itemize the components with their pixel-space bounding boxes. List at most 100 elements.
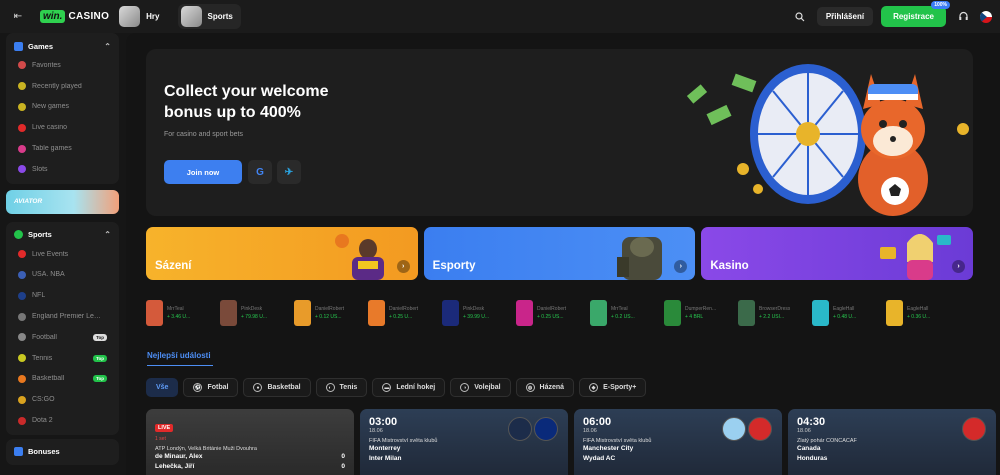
hero-subtitle: For casino and sport bets [164, 131, 243, 138]
category-kasino[interactable]: Kasino › [701, 227, 974, 280]
search-icon[interactable] [791, 8, 809, 26]
filter-hockey[interactable]: ▬ Lední hokej [372, 378, 446, 397]
top-tag-badge: Top [93, 375, 107, 383]
chevron-right-icon: › [952, 260, 966, 273]
sidebar-item[interactable]: Dota 2 [6, 410, 119, 431]
winner-text: DanielRobert + 0.12 US... [315, 305, 344, 321]
winner-text: DanielRobert + 0.25 US... [537, 305, 566, 321]
winner-item[interactable]: PinkDesk + 79.98 U... [220, 299, 290, 327]
event-card[interactable]: 04:30 18.06 Zlatý pohár CONCACAF Canada … [788, 409, 996, 475]
sidebar-item[interactable]: CS:GO [6, 389, 119, 410]
filter-esports[interactable]: ◆ E-Sporty+ [579, 378, 647, 397]
winner-item[interactable]: DanielRobert + 0.25 US... [516, 299, 586, 327]
sidebar-item[interactable]: New games [6, 97, 119, 118]
aviator-banner[interactable]: AVIATOR [6, 189, 119, 214]
sidebar-item-label: Live casino [32, 124, 68, 132]
sidebar-item[interactable]: Tennis Top [6, 348, 119, 369]
filter-volleyball[interactable]: ◑ Volejbal [450, 378, 511, 397]
filter-tennis[interactable]: ◐ Tenis [315, 378, 368, 397]
sidebar-item-label: Slots [32, 165, 48, 173]
winner-item[interactable]: DanielRobert + 0.12 US... [294, 299, 364, 327]
game-thumbnail [516, 300, 533, 326]
sidebar-item[interactable]: Recently played [6, 76, 119, 97]
new-icon [18, 102, 26, 111]
section-underline [147, 365, 213, 366]
winner-text: EagleHall + 0.36 U... [907, 305, 930, 321]
support-icon[interactable] [954, 8, 972, 26]
register-button[interactable]: Registrace [881, 6, 946, 27]
sidebar-item[interactable]: USA. NBA [6, 265, 119, 286]
dota-icon [18, 416, 26, 425]
event-team1: Manchester City [583, 445, 634, 452]
flag-cz-icon[interactable] [980, 10, 992, 23]
sidebar-item[interactable]: Table games [6, 138, 119, 159]
game-thumbnail [442, 300, 459, 326]
logo[interactable]: win. CASINO [40, 10, 109, 23]
sidebar-item-label: CS:GO [32, 396, 55, 404]
event-team2: Honduras [797, 455, 828, 462]
sports-icon [14, 230, 23, 240]
sidebar-item-label: New games [32, 103, 69, 111]
winner-amount: + 0.36 U... [907, 314, 931, 320]
sidebar-item[interactable]: Slots [6, 159, 119, 180]
google-login-icon[interactable]: G [248, 160, 272, 184]
event-cards: LIVE 1 set ATP Londýn, Velká Británie Mu… [146, 409, 1000, 475]
tab-sports[interactable]: Sports [177, 4, 241, 29]
esports-character-illustration [617, 237, 663, 280]
sidebar-item[interactable]: Football Top [6, 327, 119, 348]
sidebar-games-group: Games ⌃ Favorites Recently played New game… [6, 33, 119, 184]
filter-basketball[interactable]: ● Basketbal [243, 378, 311, 397]
filter-label: Tenis [339, 384, 358, 391]
event-team-row: de Minaur, Alex 0 [155, 452, 345, 462]
section-title-top-events[interactable]: Nejlepší události [147, 351, 211, 360]
hero-title: Collect your welcome bonus up to 400% [164, 83, 329, 121]
sidebar-item[interactable]: Favorites [6, 55, 119, 76]
chevron-up-icon: ⌃ [104, 230, 111, 240]
winner-item[interactable]: EagleHall + 0.36 U... [886, 299, 956, 327]
sidebar-games-header[interactable]: Games ⌃ [6, 37, 119, 55]
filter-label: Lední hokej [396, 384, 436, 391]
recent-winners-strip: MrrTeal + 3.46 U... PinkDesk + 79.98 U... Da… [146, 299, 973, 327]
winner-item[interactable]: BrowserDress + 2.2 USI... [738, 299, 808, 327]
winner-amount: + 39.99 U... [463, 314, 489, 320]
join-now-button[interactable]: Join now [164, 160, 242, 184]
filter-all[interactable]: Vše [146, 378, 179, 397]
football-icon: ⚽ [193, 383, 203, 392]
sidebar-item-label: NFL [32, 292, 46, 300]
event-card[interactable]: 03:00 18.06 FIFA Mistrovství světa klubů… [360, 409, 568, 475]
event-team1: Monterrey [369, 445, 401, 452]
collapse-sidebar-icon[interactable]: ⇤ [10, 9, 26, 25]
event-card-live[interactable]: LIVE 1 set ATP Londýn, Velká Británie Mu… [146, 409, 354, 475]
winner-item[interactable]: MrrTeal + 3.46 U... [146, 299, 216, 327]
logo-mark: win. [40, 10, 66, 23]
sidebar-item[interactable]: England Premier Lea... [6, 306, 119, 327]
winner-item[interactable]: MrrTeal + 0.2 US... [590, 299, 660, 327]
team-crest-icon [962, 417, 986, 441]
sidebar-bonuses-group: Bonuses [6, 438, 119, 465]
tab-sports-label: Sports [207, 12, 233, 21]
sidebar-item-label: Live Events [32, 250, 69, 258]
tab-games[interactable]: Hry [119, 4, 167, 29]
sports-tab-thumb [180, 6, 202, 27]
category-esporty[interactable]: Esporty › [423, 227, 696, 280]
sidebar-sports-header[interactable]: Sports ⌃ [6, 226, 119, 244]
sidebar-item[interactable]: Basketball Top [6, 369, 119, 390]
sidebar-item[interactable]: NFL [6, 285, 119, 306]
winner-name: PinkDesk [463, 306, 485, 312]
winner-item[interactable]: PinkDesk + 39.99 U... [442, 299, 512, 327]
category-esporty-label: Esporty [432, 260, 476, 272]
sidebar-item[interactable]: Live Events [6, 244, 119, 265]
winner-text: PinkDesk + 39.99 U... [463, 305, 489, 321]
winner-item[interactable]: DanielRobert + 0.25 U... [368, 299, 438, 327]
event-card[interactable]: 06:00 18.06 FIFA Mistrovství světa klubů… [574, 409, 782, 475]
sidebar-bonuses-header[interactable]: Bonuses [6, 443, 119, 461]
filter-football[interactable]: ⚽ Fotbal [183, 378, 239, 397]
category-sazeni[interactable]: Sázení › [146, 227, 418, 280]
winner-item[interactable]: EagleHall + 0.48 U... [812, 299, 882, 327]
login-button[interactable]: Přihlášení [816, 7, 874, 26]
telegram-login-icon[interactable]: ✈ [277, 160, 301, 184]
sidebar-item[interactable]: Live casino [6, 117, 119, 138]
winner-amount: + 0.48 U... [833, 314, 857, 320]
winner-item[interactable]: DumperRen... + 4 BRL [664, 299, 734, 327]
filter-handball[interactable]: ◍ Házená [515, 378, 575, 397]
